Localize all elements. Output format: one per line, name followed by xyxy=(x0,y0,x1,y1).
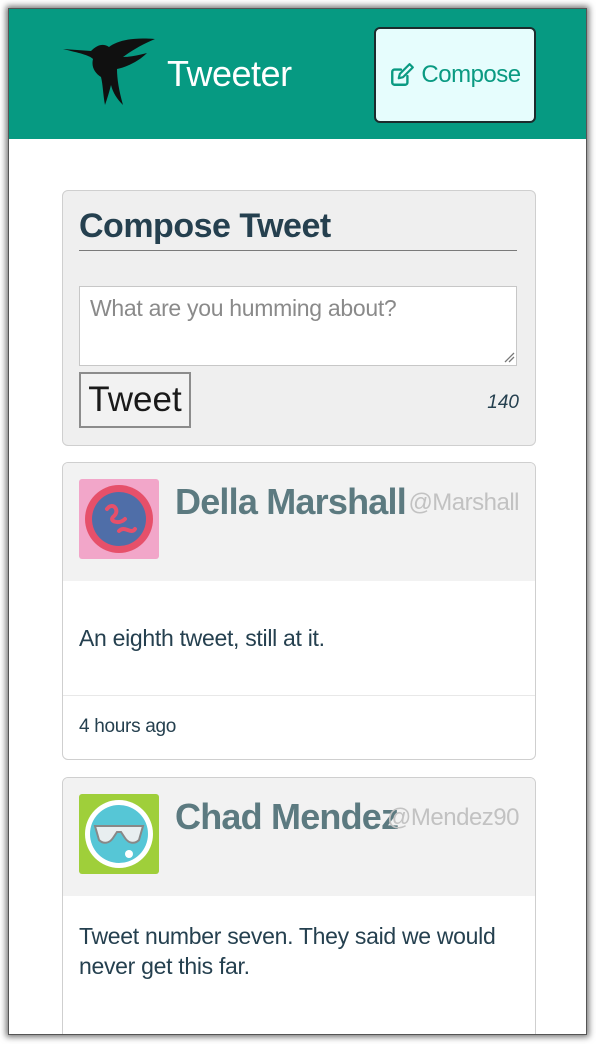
tweet-text: Tweet number seven. They said we would n… xyxy=(79,923,496,979)
tweet-timestamp: 4 hours ago xyxy=(79,716,177,737)
tweet-card: Chad Mendez @Mendez90 Tweet number seven… xyxy=(62,777,536,1034)
hummingbird-icon[interactable] xyxy=(61,35,157,107)
tweet-submit-button[interactable]: Tweet xyxy=(79,372,191,428)
tweet-author-name: Della Marshall xyxy=(175,481,407,522)
tweet-header: Chad Mendez @Mendez90 xyxy=(63,778,535,896)
app-window: Tweeter Compose Compose Tweet Tweet 140 xyxy=(8,8,587,1035)
compose-button-label: Compose xyxy=(421,61,521,88)
avatar xyxy=(79,794,159,874)
avatar xyxy=(79,479,159,559)
tweet-author-handle: @Marshall xyxy=(408,489,519,516)
tweet-author-handle: @Mendez90 xyxy=(387,804,519,831)
character-counter: 140 xyxy=(487,392,519,413)
tweet-author-name: Chad Mendez xyxy=(175,796,399,837)
resize-handle-icon[interactable] xyxy=(503,351,515,363)
compose-title: Compose Tweet xyxy=(79,207,517,251)
avatar-icon xyxy=(79,479,159,559)
avatar-icon xyxy=(79,794,159,874)
tweet-text: An eighth tweet, still at it. xyxy=(79,625,325,651)
compose-tweet-panel: Compose Tweet Tweet 140 xyxy=(62,190,536,446)
brand-title[interactable]: Tweeter xyxy=(167,53,292,95)
navbar: Tweeter Compose xyxy=(9,9,586,139)
tweet-card: Della Marshall @Marshall An eighth tweet… xyxy=(62,462,536,760)
tweet-divider xyxy=(63,695,535,696)
tweet-input[interactable] xyxy=(79,286,517,366)
compose-button[interactable]: Compose xyxy=(374,27,536,123)
edit-icon xyxy=(391,63,415,86)
tweet-header: Della Marshall @Marshall xyxy=(63,463,535,581)
